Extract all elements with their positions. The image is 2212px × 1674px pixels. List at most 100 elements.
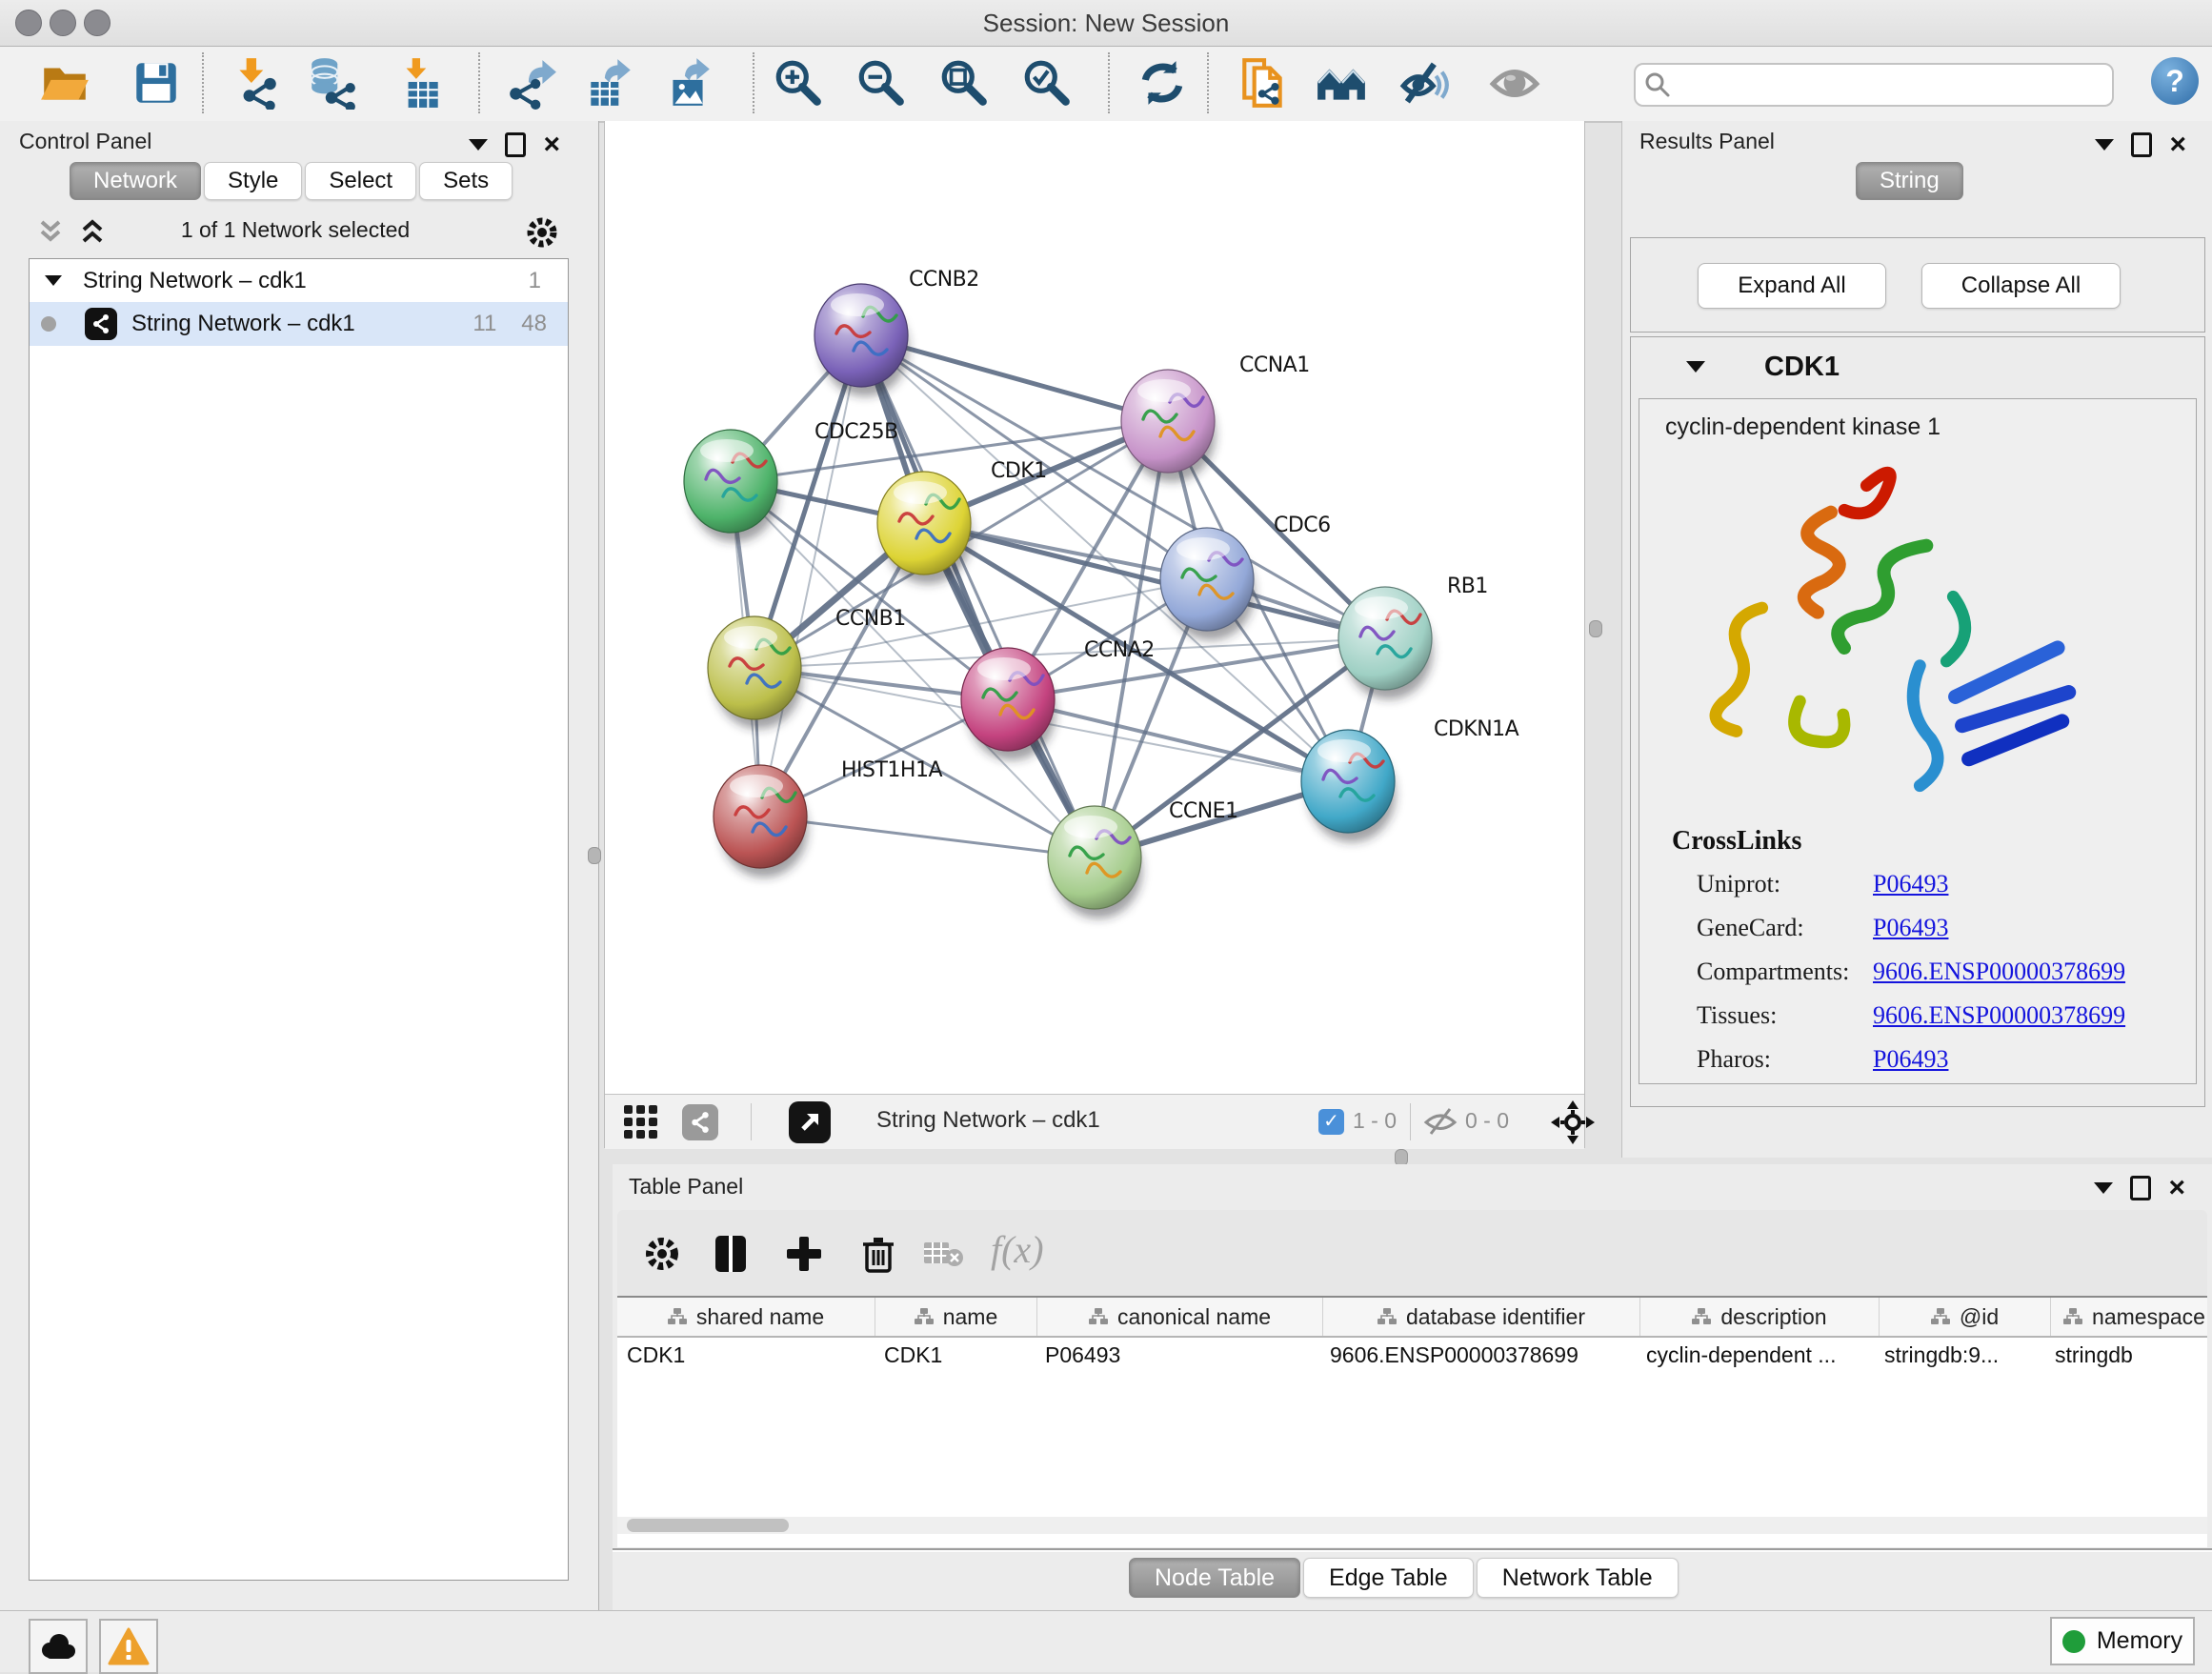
node-table: shared namenamecanonical namedatabase id… — [617, 1296, 2207, 1547]
node-RB1[interactable] — [1338, 587, 1433, 699]
search-input[interactable] — [1679, 67, 2112, 103]
crosslink-value-link[interactable]: 9606.ENSP00000378699 — [1873, 958, 2125, 986]
network-row-label: String Network – cdk1 — [131, 311, 355, 337]
tab-string[interactable]: String — [1856, 162, 1963, 200]
network-row[interactable]: String Network – cdk1 11 48 — [30, 302, 568, 346]
node-CCNB1[interactable] — [708, 616, 802, 729]
crosslink-value-link[interactable]: P06493 — [1873, 870, 1948, 898]
tab-style[interactable]: Style — [204, 162, 302, 200]
collapse-all-icon[interactable] — [34, 218, 67, 247]
zoom-in-icon[interactable] — [772, 56, 825, 110]
column-header-name[interactable]: name — [875, 1298, 1037, 1336]
first-neighbors-icon[interactable] — [1315, 56, 1368, 110]
export-network-icon[interactable] — [505, 56, 558, 110]
panel-float-icon[interactable] — [505, 132, 526, 157]
result-gene-name: CDK1 — [1764, 352, 1840, 383]
export-table-icon[interactable] — [583, 56, 636, 110]
table-hscrollbar — [617, 1517, 2207, 1534]
string-view-icon[interactable] — [682, 1104, 718, 1140]
protein-structure-image — [1687, 454, 2135, 821]
table-gear-icon[interactable] — [641, 1233, 683, 1275]
node-CDC25B[interactable] — [684, 430, 778, 542]
panel-float-icon[interactable] — [2130, 1176, 2151, 1200]
help-button[interactable]: ? — [2151, 57, 2199, 105]
selected-checkbox[interactable]: ✓ — [1318, 1109, 1344, 1135]
crosslink-value-link[interactable]: 9606.ENSP00000378699 — [1873, 1001, 2125, 1030]
node-CDKN1A[interactable] — [1301, 730, 1396, 842]
edge-CCNA2-CDKN1A[interactable] — [1008, 699, 1348, 781]
node-label-CCNA1: CCNA1 — [1239, 353, 1310, 377]
apply-layout-icon[interactable] — [1136, 56, 1189, 110]
collapse-entry-icon[interactable] — [1686, 361, 1705, 373]
panel-menu-icon[interactable] — [469, 139, 488, 151]
panel-float-icon[interactable] — [2131, 132, 2152, 157]
crosslink-value-link[interactable]: P06493 — [1873, 1045, 1948, 1074]
node-CDK1[interactable] — [877, 472, 972, 584]
column-type-icon — [1931, 1307, 1950, 1326]
edge-CCNB2-HIST1H1A[interactable] — [760, 335, 861, 817]
expand-all-icon[interactable] — [76, 218, 109, 247]
tab-network-table[interactable]: Network Table — [1477, 1558, 1679, 1598]
column-header-shared-name[interactable]: shared name — [617, 1298, 875, 1336]
network-collection-row[interactable]: String Network – cdk1 1 — [30, 259, 568, 302]
left-splitter-handle[interactable] — [588, 847, 601, 864]
tab-edge-table[interactable]: Edge Table — [1303, 1558, 1474, 1598]
panel-menu-icon[interactable] — [2094, 1182, 2113, 1194]
column-header-description[interactable]: description — [1640, 1298, 1880, 1336]
save-session-icon[interactable] — [130, 56, 183, 110]
new-network-from-selection-icon[interactable] — [1237, 56, 1290, 110]
grid-view-icon[interactable] — [623, 1104, 659, 1140]
cloud-button[interactable] — [29, 1619, 88, 1674]
column-header-canonical-name[interactable]: canonical name — [1037, 1298, 1323, 1336]
crosslink-value-link[interactable]: P06493 — [1873, 914, 1948, 942]
column-header-@id[interactable]: @id — [1880, 1298, 2051, 1336]
edge-CCNE1-HIST1H1A[interactable] — [760, 817, 1095, 857]
select-columns-icon[interactable] — [710, 1233, 752, 1275]
hide-selected-icon[interactable] — [1398, 56, 1452, 110]
network-selected-status: 1 of 1 Network selected — [124, 217, 467, 243]
panel-close-icon[interactable]: × — [543, 135, 560, 154]
add-column-icon[interactable] — [783, 1233, 825, 1275]
collapse-all-button[interactable]: Collapse All — [1921, 263, 2121, 309]
show-all-icon[interactable] — [1488, 56, 1541, 110]
column-header-database-identifier[interactable]: database identifier — [1323, 1298, 1640, 1336]
gear-icon[interactable] — [524, 214, 560, 251]
tree-expander-icon[interactable] — [45, 275, 62, 286]
expand-all-button[interactable]: Expand All — [1698, 263, 1886, 309]
import-network-database-icon[interactable] — [305, 56, 358, 110]
zoom-out-icon[interactable] — [855, 56, 908, 110]
panel-close-icon[interactable]: × — [2169, 135, 2186, 154]
right-splitter-handle[interactable] — [1589, 620, 1602, 637]
node-count: 11 — [473, 311, 496, 337]
panel-menu-icon[interactable] — [2095, 139, 2114, 151]
node-CCNA1[interactable] — [1121, 370, 1216, 482]
table-row[interactable]: CDK1CDK1P064939606.ENSP00000378699cyclin… — [617, 1338, 2207, 1373]
tab-sets[interactable]: Sets — [419, 162, 513, 200]
open-view-icon[interactable] — [789, 1101, 831, 1143]
node-CCNA2[interactable] — [961, 648, 1056, 760]
table-hscrollbar-thumb[interactable] — [627, 1519, 789, 1532]
zoom-selected-icon[interactable] — [1020, 56, 1074, 110]
results-panel: Results Panel × String Expand All Collap… — [1621, 121, 2212, 1158]
tab-node-table[interactable]: Node Table — [1129, 1558, 1300, 1598]
panel-close-icon[interactable]: × — [2168, 1179, 2185, 1198]
warnings-button[interactable] — [99, 1619, 158, 1674]
delete-column-icon[interactable] — [857, 1233, 899, 1275]
column-header-namespace[interactable]: namespace — [2051, 1298, 2212, 1336]
node-HIST1H1A[interactable] — [714, 765, 808, 877]
import-table-file-icon[interactable] — [392, 56, 446, 110]
node-CCNB2[interactable] — [814, 284, 909, 396]
import-network-file-icon[interactable] — [229, 56, 282, 110]
column-header-label: description — [1720, 1304, 1826, 1330]
zoom-fit-icon[interactable] — [937, 56, 991, 110]
network-canvas[interactable]: CCNB2CCNA1CDC25BCDK1CDC6RB1CCNB1CCNA2CDK… — [605, 121, 1584, 1094]
memory-button[interactable]: Memory — [2050, 1617, 2195, 1665]
node-CCNE1[interactable] — [1048, 806, 1142, 918]
open-session-icon[interactable] — [38, 56, 91, 110]
node-result-header[interactable]: CDK1 — [1631, 337, 2204, 396]
tab-network[interactable]: Network — [70, 162, 201, 200]
birdseye-toggle-icon[interactable] — [1551, 1100, 1595, 1144]
export-image-icon[interactable] — [661, 56, 714, 110]
function-builder-icon: f(x) — [991, 1227, 1044, 1272]
tab-select[interactable]: Select — [305, 162, 416, 200]
